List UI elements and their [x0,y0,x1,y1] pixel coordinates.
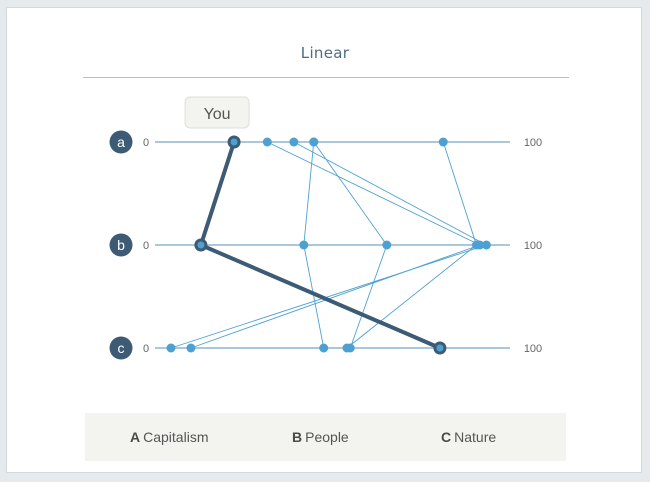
data-point-s6-c [345,343,355,353]
axis-badge-label-a: a [117,134,125,150]
legend-item-c: C Nature [441,429,497,445]
highlight-point-c [436,344,444,352]
axis-min-label-b: 0 [143,240,149,252]
data-point-s4-c [319,343,329,353]
axis-badge-label-b: b [117,237,125,253]
axis-badge-label-c: c [118,340,125,356]
data-point-s3-c [166,343,176,353]
legend-item-b: B People [292,429,349,445]
axis-min-label-c: 0 [143,343,149,355]
axes-group [109,130,510,360]
data-point-s2-c [186,343,196,353]
data-point-s2-a [262,137,272,147]
data-point-s5-a [438,137,448,147]
data-point-s3-b [481,240,491,250]
axis-max-label-b: 100 [524,240,542,252]
axis-max-label-c: 100 [524,343,542,355]
data-point-s4-b [299,240,309,250]
parallel-coordinates-chart: a 0 100 b 0 100 c 0 100 You [109,96,542,360]
data-point-s3-a [289,137,299,147]
highlight-point-b [197,241,205,249]
data-point-s6-a [309,137,319,147]
you-tooltip-label: You [204,106,231,123]
labels-group: a 0 100 b 0 100 c 0 100 You [117,96,542,356]
highlight-point-a [230,138,238,146]
data-point-s6-b [382,240,392,250]
axis-min-label-a: 0 [143,137,149,149]
legend-item-a: A Capitalism [130,429,209,445]
data-point-s5-b [471,240,481,250]
legend: A Capitalism B People C Nature [85,413,566,461]
axis-max-label-a: 100 [524,137,542,149]
